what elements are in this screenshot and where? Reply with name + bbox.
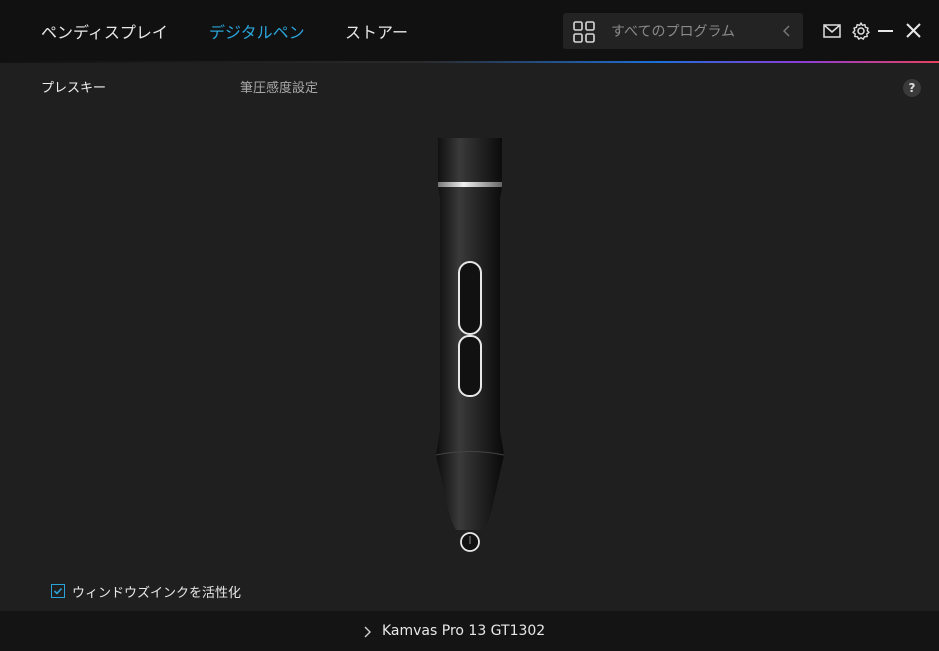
mail-icon[interactable] <box>822 21 842 41</box>
minimize-icon[interactable] <box>876 21 896 41</box>
windows-ink-label: ウィンドウズインクを活性化 <box>72 586 242 601</box>
pen-upper-button[interactable] <box>458 261 482 335</box>
subtab-pressure-sensitivity[interactable]: 筆圧感度設定 <box>240 77 318 96</box>
tab-store[interactable]: ストアー <box>345 19 408 43</box>
device-name[interactable]: Kamvas Pro 13 GT1302 <box>382 623 545 639</box>
chevron-left-icon[interactable] <box>781 23 793 39</box>
program-search <box>563 13 803 49</box>
device-bar: Kamvas Pro 13 GT1302 <box>0 611 939 651</box>
checkmark-icon <box>53 587 63 595</box>
chevron-right-icon[interactable] <box>362 625 372 639</box>
app-window: ペンディスプレイ デジタルペン ストアー すべてのプログラム プレスキー 筆圧感… <box>0 0 939 651</box>
grid-icon[interactable] <box>573 21 595 43</box>
title-bar: ペンディスプレイ デジタルペン ストアー <box>0 0 939 61</box>
accent-divider <box>0 61 939 63</box>
tab-pen-display[interactable]: ペンディスプレイ <box>41 19 168 43</box>
program-search-input[interactable] <box>609 20 773 44</box>
pen-lower-button[interactable] <box>458 335 482 397</box>
windows-ink-checkbox[interactable] <box>51 584 65 598</box>
help-button[interactable]: ? <box>903 79 921 97</box>
pen-tip-button[interactable] <box>460 532 480 552</box>
digital-pen-illustration <box>435 138 505 552</box>
close-icon[interactable] <box>904 21 924 41</box>
tab-digital-pen[interactable]: デジタルペン <box>209 19 305 43</box>
gear-icon[interactable] <box>851 21 871 41</box>
subtab-press-keys[interactable]: プレスキー <box>41 77 106 96</box>
